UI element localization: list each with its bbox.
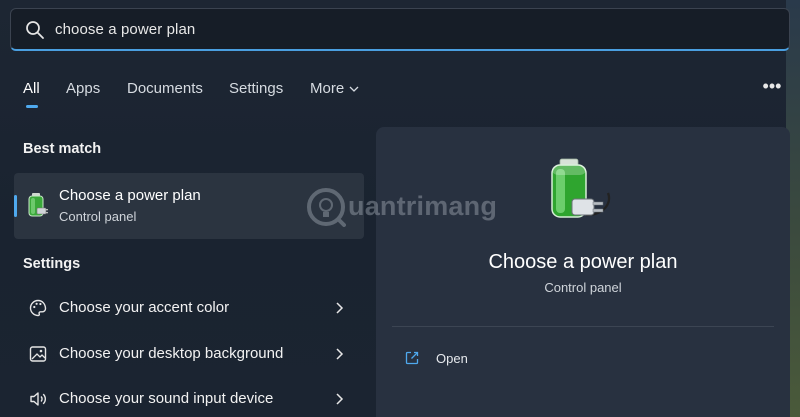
- detail-pane: Choose a power plan Control panel Open: [376, 127, 790, 417]
- open-external-icon: [405, 351, 419, 365]
- settings-header: Settings: [23, 256, 81, 272]
- chevron-right-icon: [336, 302, 344, 314]
- open-label: Open: [436, 351, 468, 366]
- battery-plug-icon: [551, 158, 611, 218]
- battery-plug-icon: [28, 193, 48, 217]
- watermark-logo-icon: [307, 188, 346, 227]
- search-icon: [26, 21, 44, 39]
- settings-item-sound-input[interactable]: Choose your sound input device: [14, 378, 364, 417]
- best-match-title: Choose a power plan: [59, 187, 201, 204]
- picture-icon: [29, 346, 47, 362]
- chevron-right-icon: [336, 393, 344, 405]
- tab-all[interactable]: All: [23, 80, 40, 97]
- best-match-header: Best match: [23, 141, 102, 157]
- chevron-right-icon: [336, 348, 344, 360]
- settings-item-accent-color[interactable]: Choose your accent color: [14, 287, 364, 329]
- detail-title: Choose a power plan: [488, 251, 678, 273]
- selection-indicator: [14, 195, 17, 217]
- settings-item-label: Choose your sound input device: [59, 390, 274, 407]
- tab-settings[interactable]: Settings: [229, 80, 283, 97]
- speaker-icon: [30, 392, 47, 406]
- best-match-subtitle: Control panel: [59, 209, 137, 224]
- tab-more[interactable]: More: [310, 80, 359, 97]
- search-input[interactable]: choose a power plan: [55, 21, 195, 38]
- settings-item-label: Choose your accent color: [59, 299, 230, 316]
- watermark-text: uantrimang: [348, 191, 498, 221]
- more-options-icon[interactable]: •••: [762, 77, 782, 98]
- settings-item-desktop-background[interactable]: Choose your desktop background: [14, 333, 364, 375]
- detail-subtitle: Control panel: [544, 280, 622, 295]
- tab-apps[interactable]: Apps: [66, 80, 100, 97]
- tab-documents[interactable]: Documents: [127, 80, 203, 97]
- settings-item-label: Choose your desktop background: [59, 345, 284, 362]
- detail-divider: [392, 326, 774, 327]
- search-box[interactable]: choose a power plan: [10, 8, 790, 51]
- chevron-down-icon: [349, 86, 359, 92]
- tab-more-label: More: [310, 80, 345, 97]
- palette-icon: [29, 299, 47, 317]
- tab-active-indicator: [26, 105, 38, 108]
